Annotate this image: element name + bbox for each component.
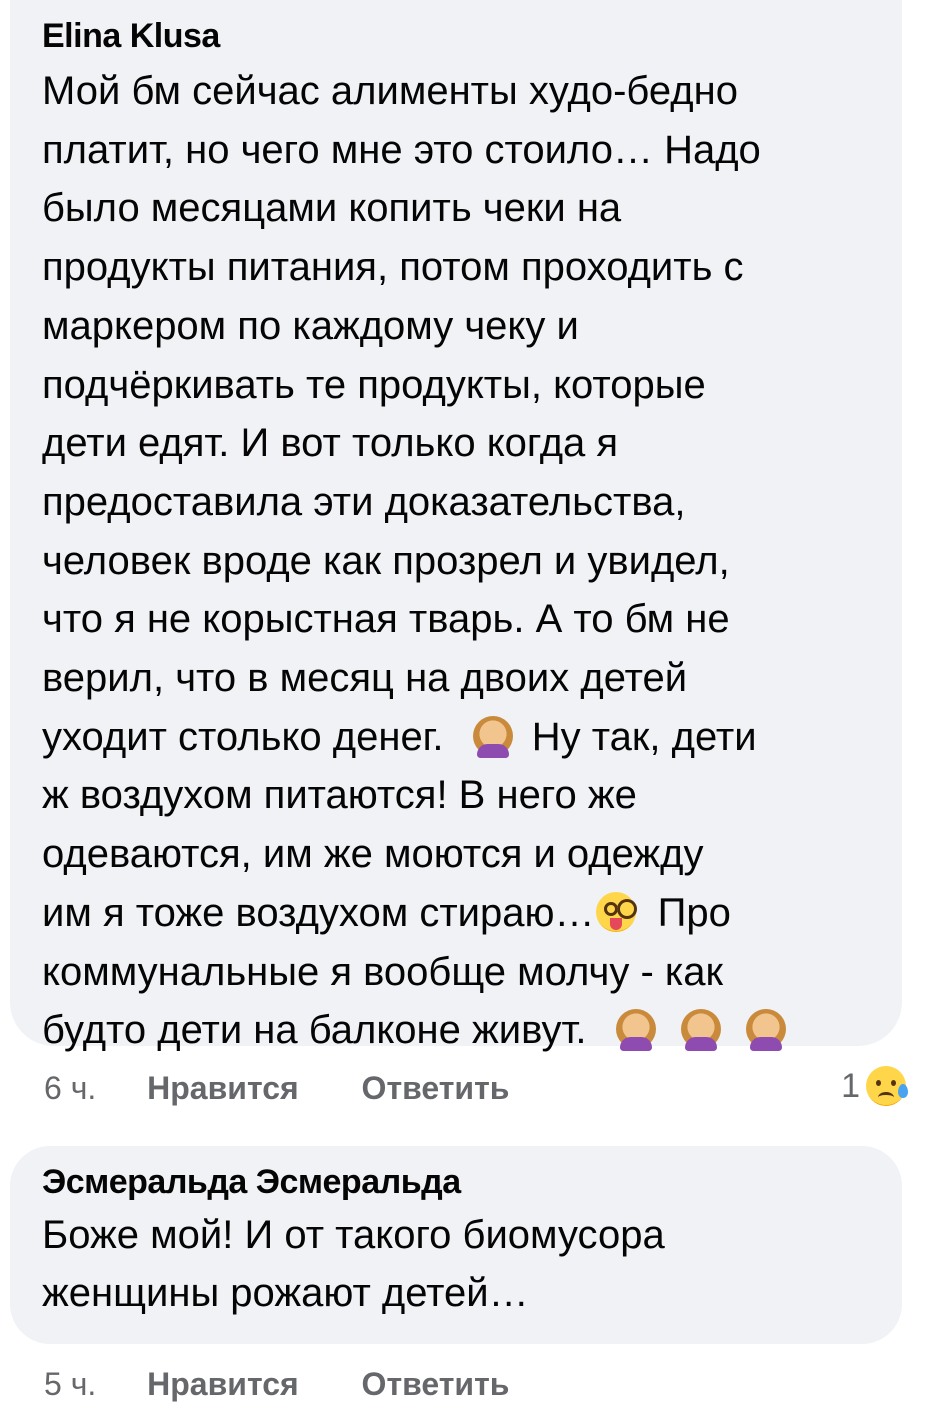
comment-line: Про	[657, 890, 731, 935]
comment-line: будто дети на балконе живут.	[42, 1008, 587, 1053]
comment-line: женщины рожают детей…	[42, 1271, 529, 1315]
comment-line: продукты питания, потом проходить с	[42, 245, 744, 290]
comment-text: Мой бм сейчас алименты худо-бедно платит…	[42, 62, 870, 1060]
comment-bubble: Эсмеральда Эсмеральда Боже мой! И от так…	[10, 1146, 902, 1344]
comment-actions: 5 ч. Нравится Ответить	[44, 1362, 509, 1406]
comment-line: Боже мой! И от такого биомусора	[42, 1213, 665, 1257]
comment-line: уходит столько денег.	[42, 714, 444, 759]
comment-author[interactable]: Эсмеральда Эсмеральда	[42, 1160, 870, 1204]
comment-line: коммунальные я вообще молчу - как	[42, 949, 723, 994]
sad-face-icon	[866, 1066, 908, 1106]
tear-icon	[898, 1084, 908, 1098]
comment-line: предоставила эти доказательства,	[42, 479, 686, 524]
comment-line: Ну так, дети	[531, 714, 757, 759]
comment-line: одеваются, им же моются и одежду	[42, 832, 704, 877]
comment-line: маркером по каждому чеку и	[42, 303, 579, 348]
comment-line: Мой бм сейчас алименты худо-бедно	[42, 69, 738, 113]
facepalm-emoji	[615, 1009, 656, 1052]
comment-actions: 6 ч. Нравится Ответить	[44, 1066, 509, 1110]
like-button[interactable]: Нравится	[147, 1066, 299, 1110]
comment-timestamp[interactable]: 5 ч.	[44, 1362, 96, 1406]
comment-line: платит, но чего мне это стоило… Надо	[42, 127, 761, 172]
comment-line: ж воздухом питаются! В него же	[42, 773, 637, 818]
comment-line: человек вроде как прозрел и увидел,	[42, 538, 730, 583]
facepalm-emoji	[680, 1009, 721, 1052]
reaction-count: 1	[841, 1067, 860, 1105]
reply-button[interactable]: Ответить	[362, 1362, 510, 1406]
facepalm-emoji	[745, 1009, 786, 1052]
comment-text: Боже мой! И от такого биомусора женщины …	[42, 1206, 870, 1322]
comment-line: им я тоже воздухом стираю…	[42, 890, 595, 935]
comment-line: дети едят. И вот только когда я	[42, 421, 619, 466]
comment-bubble: Elina Klusa Мой бм сейчас алименты худо-…	[10, 0, 902, 1052]
comment-line: было месяцами копить чеки на	[42, 186, 622, 231]
dizzy-face-emoji	[596, 891, 637, 932]
comment-line: подчёркивать те продукты, которые	[42, 362, 706, 407]
comment-line: что я не корыстная тварь. А то бм не	[42, 597, 730, 642]
reply-button[interactable]: Ответить	[362, 1066, 510, 1110]
comment-timestamp[interactable]: 6 ч.	[44, 1066, 96, 1110]
comment-line: верил, что в месяц на двоих детей	[42, 656, 688, 701]
facepalm-emoji	[472, 715, 513, 758]
comment-author[interactable]: Elina Klusa	[42, 14, 870, 58]
reaction-summary[interactable]: 1	[841, 1064, 908, 1108]
like-button[interactable]: Нравится	[147, 1362, 299, 1406]
